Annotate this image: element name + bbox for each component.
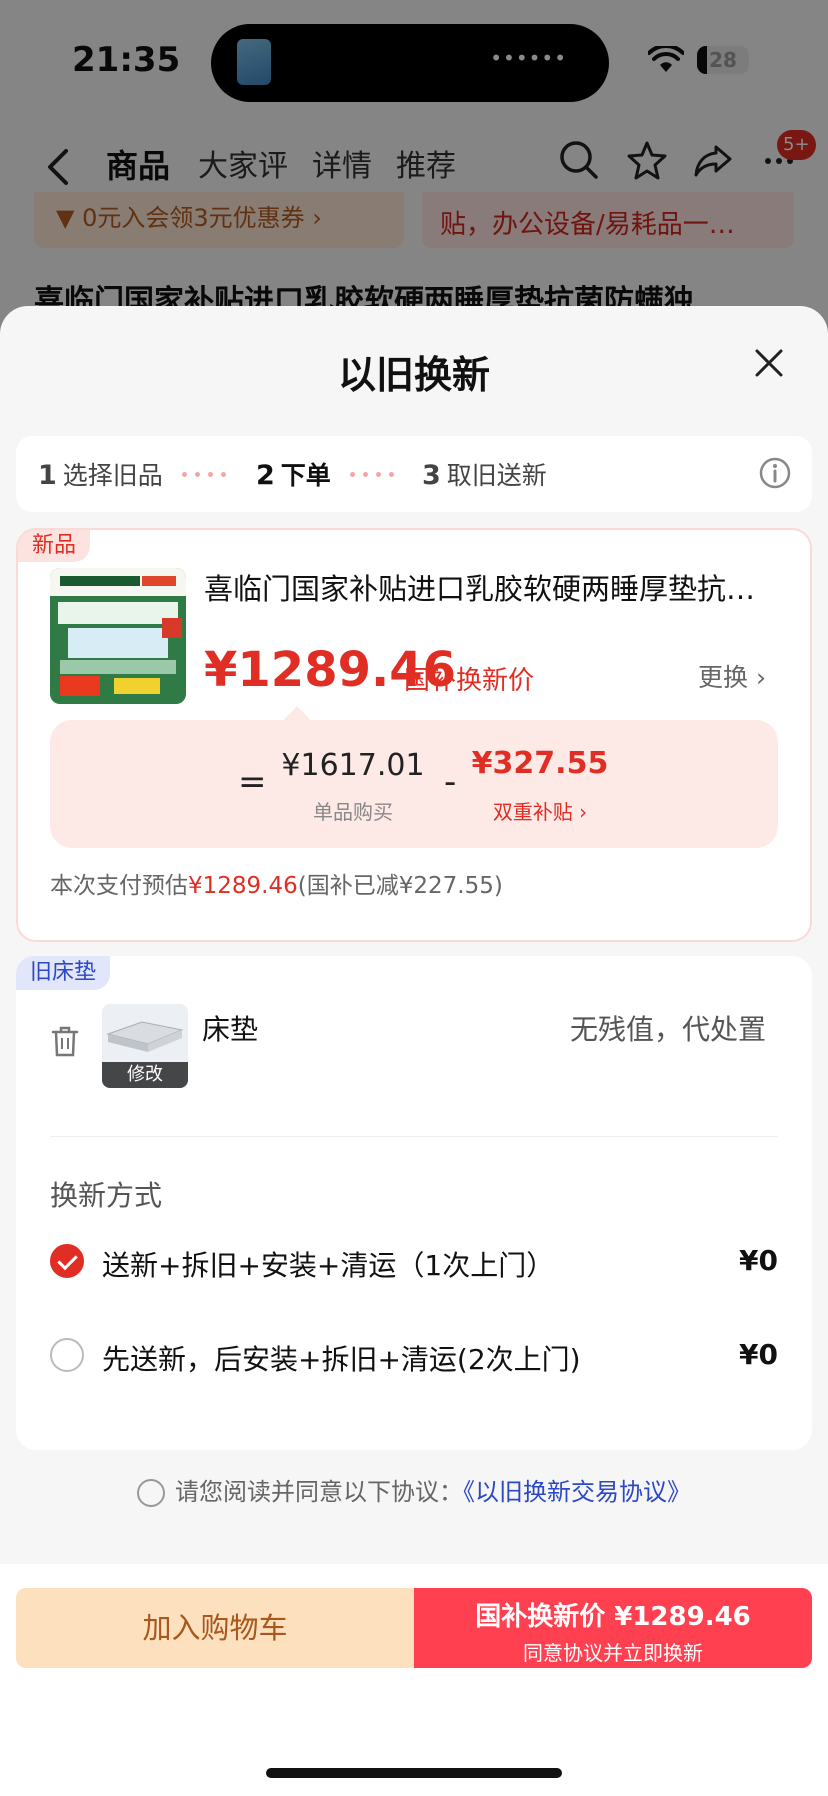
radio-icon[interactable] <box>50 1338 84 1372</box>
method-option-price: ¥0 <box>739 1244 778 1277</box>
step-number: 3 <box>422 460 441 491</box>
step-label: 下单 <box>280 461 331 490</box>
method-label: 换新方式 <box>50 1179 163 1212</box>
trade-in-price-label: 国补换新价 <box>404 666 535 696</box>
step-label: 选择旧品 <box>62 461 163 490</box>
new-item-card: 新品 喜临门国家补贴进口乳胶软硬两睡厚垫抗菌防螨独立弹簧床垫 ¥1289.46 … <box>16 528 812 942</box>
method-option-text: 送新+拆旧+安装+清运（1次上门） <box>102 1249 555 1282</box>
mattress-image <box>106 1021 184 1052</box>
agreement-text: 请您阅读并同意以下协议： <box>175 1478 463 1506</box>
old-item-image[interactable]: 修改 <box>102 1004 188 1088</box>
new-item-tag: 新品 <box>18 530 91 562</box>
buy-button-sublabel: 同意协议并立即换新 <box>523 1641 703 1665</box>
step-pickup-deliver: 3 取旧送新 <box>422 456 547 492</box>
subsidy-details-link[interactable]: 双重补贴 › <box>470 796 610 825</box>
step-place-order: 2 下单 <box>256 456 331 492</box>
info-icon[interactable] <box>758 456 792 490</box>
close-icon[interactable] <box>748 342 790 384</box>
minus-sign: - <box>444 762 457 802</box>
method-option-price: ¥0 <box>739 1338 778 1371</box>
unit-price-label: 单品购买 <box>313 800 393 824</box>
trash-icon[interactable] <box>50 1024 80 1058</box>
agreement-row: 请您阅读并同意以下协议：《以旧换新交易协议》 <box>0 1472 828 1507</box>
sheet-title: 以旧换新 <box>337 353 490 397</box>
estimate-price: ¥1289.46 <box>188 873 298 899</box>
change-product-button[interactable]: 更换 › <box>698 658 766 694</box>
payment-estimate: 本次支付预估¥1289.46(国补已减¥227.55) <box>50 866 503 900</box>
progress-steps: 1 选择旧品 2 下单 3 取旧送新 <box>16 436 812 512</box>
old-item-value: 无残值，代处置 <box>570 1013 767 1046</box>
subsidy-amount: ¥327.55 <box>471 746 609 781</box>
step-connector <box>350 472 410 478</box>
unit-price: ¥1617.01 <box>281 748 425 783</box>
agree-checkbox[interactable] <box>137 1479 165 1507</box>
buy-button-label: 国补换新价 ¥1289.46 <box>475 1602 751 1632</box>
old-item-name: 床垫 <box>202 1013 259 1046</box>
product-title: 喜临门国家补贴进口乳胶软硬两睡厚垫抗菌防螨独立弹簧床垫 <box>204 572 774 606</box>
step-number: 1 <box>38 460 57 491</box>
footer-actions: 加入购物车 国补换新价 ¥1289.46 同意协议并立即换新 <box>0 1564 828 1796</box>
old-item-card: 旧床垫 修改 床垫 无残值，代处置 换新方式 送新+拆旧+安装+清运（1次上门）… <box>16 956 812 1450</box>
step-connector <box>182 472 242 478</box>
method-option-once[interactable]: 送新+拆旧+安装+清运（1次上门） ¥0 <box>50 1240 778 1284</box>
price-breakdown: = ¥1617.01 单品购买 - ¥327.55 双重补贴 › <box>50 720 778 848</box>
trade-in-buy-button[interactable]: 国补换新价 ¥1289.46 同意协议并立即换新 <box>414 1588 812 1668</box>
agreement-link[interactable]: 《以旧换新交易协议》 <box>463 1478 691 1506</box>
check-icon[interactable] <box>50 1244 84 1278</box>
estimate-prefix: 本次支付预估 <box>50 873 188 899</box>
method-option-twice[interactable]: 先送新，后安装+拆旧+清运(2次上门) ¥0 <box>50 1334 778 1378</box>
divider <box>50 1136 778 1137</box>
step-label: 取旧送新 <box>446 461 547 490</box>
edit-old-item-button[interactable]: 修改 <box>102 1062 188 1088</box>
equals-sign: = <box>238 762 267 802</box>
product-image[interactable] <box>50 568 186 704</box>
step-select-old: 1 选择旧品 <box>38 456 163 492</box>
add-to-cart-button[interactable]: 加入购物车 <box>16 1588 414 1668</box>
trade-in-sheet: 以旧换新 1 选择旧品 2 下单 3 取旧送新 新品 喜临门国家补贴进口乳胶软硬… <box>0 306 828 1796</box>
old-item-tag: 旧床垫 <box>16 956 111 990</box>
method-option-text: 先送新，后安装+拆旧+清运(2次上门) <box>102 1343 581 1376</box>
step-number: 2 <box>256 460 275 491</box>
estimate-suffix: (国补已减¥227.55) <box>297 873 503 899</box>
home-indicator[interactable] <box>266 1768 562 1778</box>
